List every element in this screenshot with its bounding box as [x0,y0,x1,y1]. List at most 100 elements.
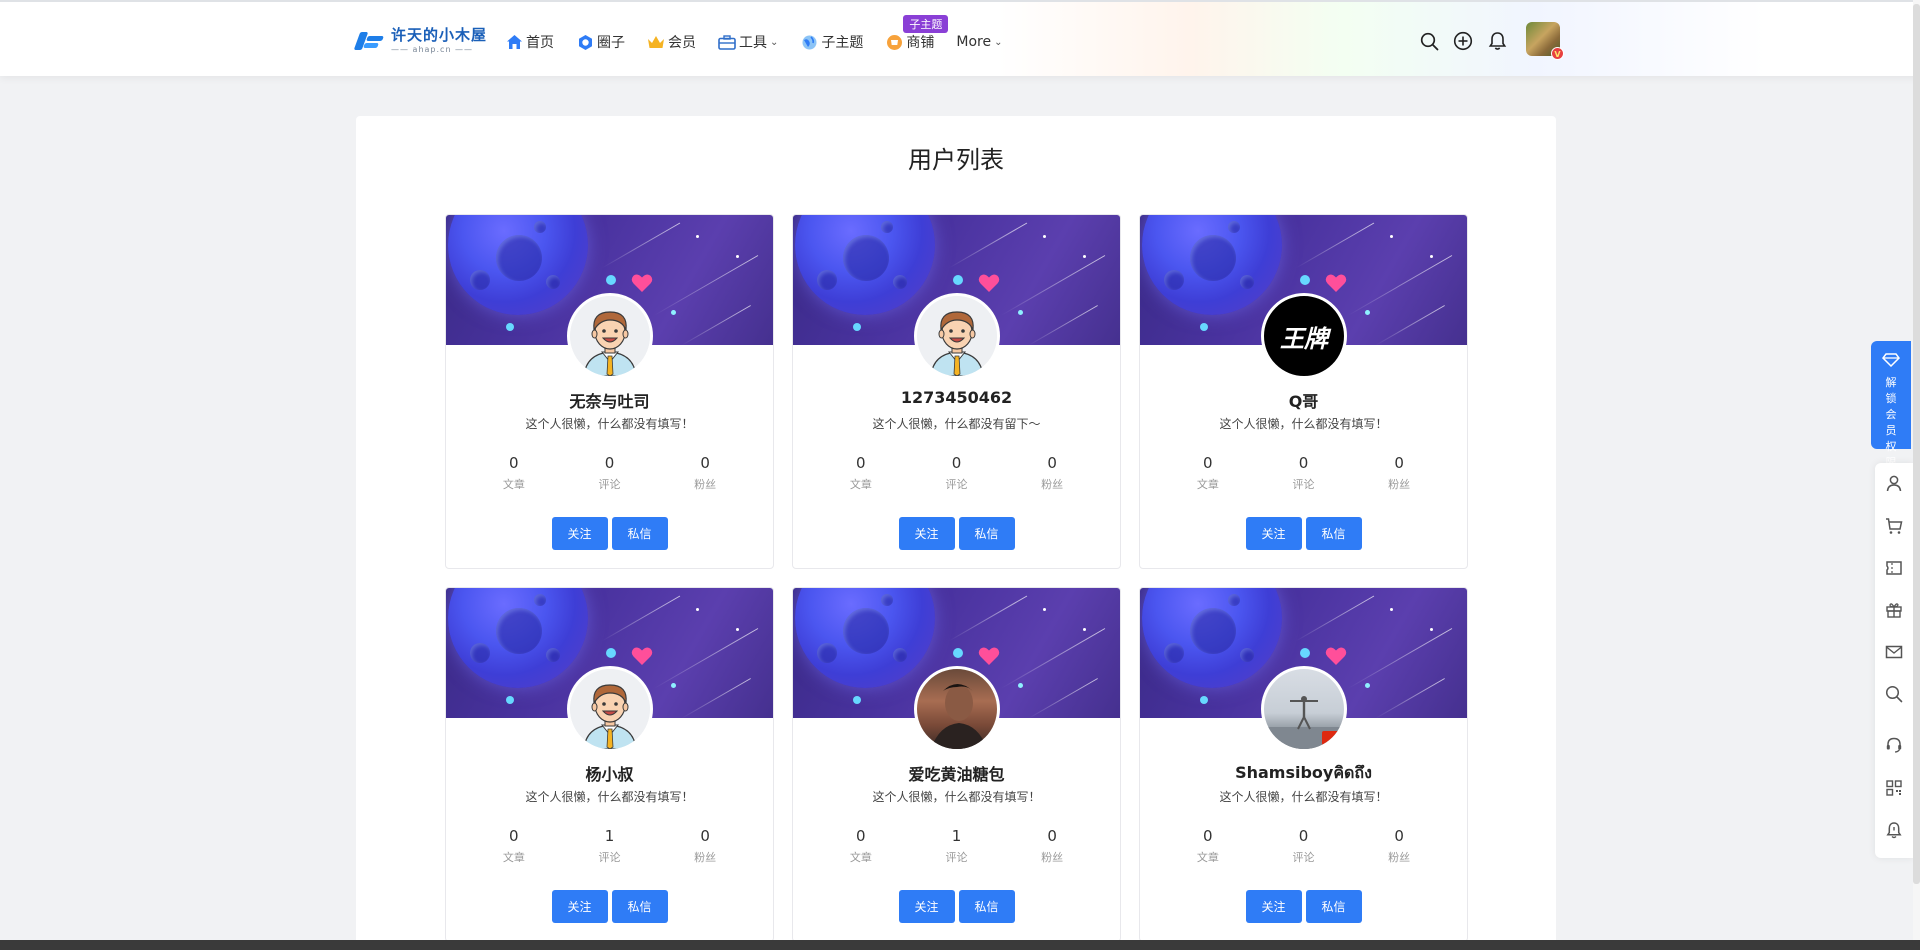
nav-tools-label: 工具 [739,35,767,51]
stat-value: 0 [700,827,710,845]
stat-label: 评论 [1292,851,1315,864]
user-name[interactable]: Shamsiboyคิดถึง [1140,761,1467,786]
search-button[interactable] [1418,30,1440,52]
follow-button[interactable]: 关注 [898,517,955,550]
headset-icon[interactable] [1885,736,1903,754]
planet-graphic [795,215,935,315]
stat-label: 粉丝 [694,851,717,864]
stat-label: 粉丝 [694,478,717,491]
stat-value: 0 [509,454,519,472]
user-description: 这个人很懒，什么都没有留下～ [872,417,1041,431]
nav-home[interactable]: 首页 [505,30,554,54]
nav-more-label: More [956,34,992,50]
cart-icon[interactable] [1885,517,1903,535]
calligraphy-logo: 王牌 [1280,323,1328,353]
nav-child-theme[interactable]: 子主题 [800,30,863,54]
ticket-icon[interactable] [1885,559,1903,577]
stat-fans: 0 粉丝 [1359,454,1439,492]
search-icon[interactable] [1885,685,1903,703]
user-name[interactable]: 爱吃黄油糖包 [793,761,1120,785]
heart-icon [1325,646,1347,666]
user-list-panel: 用户列表 无奈与吐司 这个人很懒，什么都没有填写！ 0 文章 0 评论 0 粉丝 关注 私信 127… [356,116,1556,950]
page-scrollbar[interactable] [1913,4,1920,884]
vip-badge: V [1551,47,1564,60]
os-taskbar [0,940,1920,950]
qrcode-icon[interactable] [1885,779,1903,797]
heart-icon [978,273,1000,293]
user-name[interactable]: 1273450462 [793,388,1120,407]
user-name[interactable]: 无奈与吐司 [446,388,773,412]
unlock-vip-button[interactable]: 解锁会员权限 [1871,341,1911,469]
stat-label: 粉丝 [1388,851,1411,864]
stat-label: 文章 [849,478,872,491]
user-description: 这个人很懒，什么都没有填写！ [525,417,694,431]
card-actions: 关注 私信 [1140,517,1467,550]
user-stats: 0 文章 1 评论 0 粉丝 [446,827,773,865]
stat-label: 文章 [502,851,525,864]
add-button[interactable] [1452,30,1474,52]
planet-graphic [448,215,588,315]
message-button[interactable]: 私信 [611,517,668,550]
stat-value: 0 [951,454,962,472]
user-icon[interactable] [1885,474,1903,492]
mail-icon[interactable] [1885,643,1903,661]
stat-value: 0 [856,454,866,472]
user-name[interactable]: 杨小叔 [446,761,773,785]
gift-icon[interactable] [1885,601,1903,619]
stat-value: 0 [1047,454,1057,472]
nav-more[interactable]: More ⌄ [956,30,1002,54]
notification-button[interactable] [1486,30,1508,52]
message-button[interactable]: 私信 [1305,890,1362,923]
nav-tools[interactable]: 工具 ⌄ [718,30,778,54]
nav-vip[interactable]: 会员 [647,30,696,54]
stat-comments: 0 评论 [1263,454,1343,492]
stat-articles: 0 文章 [1168,827,1248,865]
stat-comments: 0 评论 [916,454,996,492]
stat-fans: 0 粉丝 [665,454,745,492]
follow-button[interactable]: 关注 [551,890,608,923]
card-actions: 关注 私信 [446,890,773,923]
notification-icon[interactable] [1885,821,1903,839]
search-icon [1420,32,1438,50]
message-button[interactable]: 私信 [958,517,1015,550]
follow-button[interactable]: 关注 [551,517,608,550]
nav-shop[interactable]: 子主题 商铺 [885,15,949,54]
nav-circle[interactable]: 圈子 [576,30,625,54]
follow-button[interactable]: 关注 [898,890,955,923]
crown-icon [647,33,665,51]
nav-shop-badge: 子主题 [903,15,949,33]
user-card: 1273450462 这个人很懒，什么都没有留下～ 0 文章 0 评论 0 粉丝 关注 私信 [792,214,1121,569]
message-button[interactable]: 私信 [611,890,668,923]
stat-label: 评论 [598,851,621,864]
follow-button[interactable]: 关注 [1245,890,1302,923]
user-stats: 0 文章 1 评论 0 粉丝 [793,827,1120,865]
user-avatar[interactable]: 王牌 [1261,293,1347,379]
user-avatar[interactable] [567,293,653,379]
user-avatar[interactable] [914,666,1000,752]
stat-articles: 0 文章 [821,827,901,865]
unlock-vip-label: 解锁会员权限 [1885,376,1897,469]
stat-comments: 1 评论 [916,827,996,865]
user-avatar[interactable]: V [1526,22,1564,60]
message-button[interactable]: 私信 [1305,517,1362,550]
user-avatar[interactable] [914,293,1000,379]
card-actions: 关注 私信 [793,517,1120,550]
user-stats: 0 文章 0 评论 0 粉丝 [446,454,773,492]
stat-fans: 0 粉丝 [1359,827,1439,865]
site-logo[interactable]: 许天的小木屋 —— ahap.cn —— [353,28,487,54]
user-description: 这个人很懒，什么都没有填写！ [1219,417,1388,431]
stat-label: 评论 [945,851,968,864]
heart-icon [978,646,1000,666]
nav-shop-label: 商铺 [906,35,935,51]
top-header: 许天的小木屋 —— ahap.cn —— 首页 圈子 会员 工具 ⌄ 子主题 子… [0,0,1920,76]
user-avatar[interactable] [1261,666,1347,752]
user-avatar[interactable] [567,666,653,752]
message-button[interactable]: 私信 [958,890,1015,923]
user-name[interactable]: Q哥 [1140,388,1467,412]
stat-value: 0 [604,454,615,472]
stat-label: 评论 [1292,478,1315,491]
follow-button[interactable]: 关注 [1245,517,1302,550]
user-stats: 0 文章 0 评论 0 粉丝 [1140,827,1467,865]
heart-icon [1325,273,1347,293]
stat-articles: 0 文章 [474,454,554,492]
